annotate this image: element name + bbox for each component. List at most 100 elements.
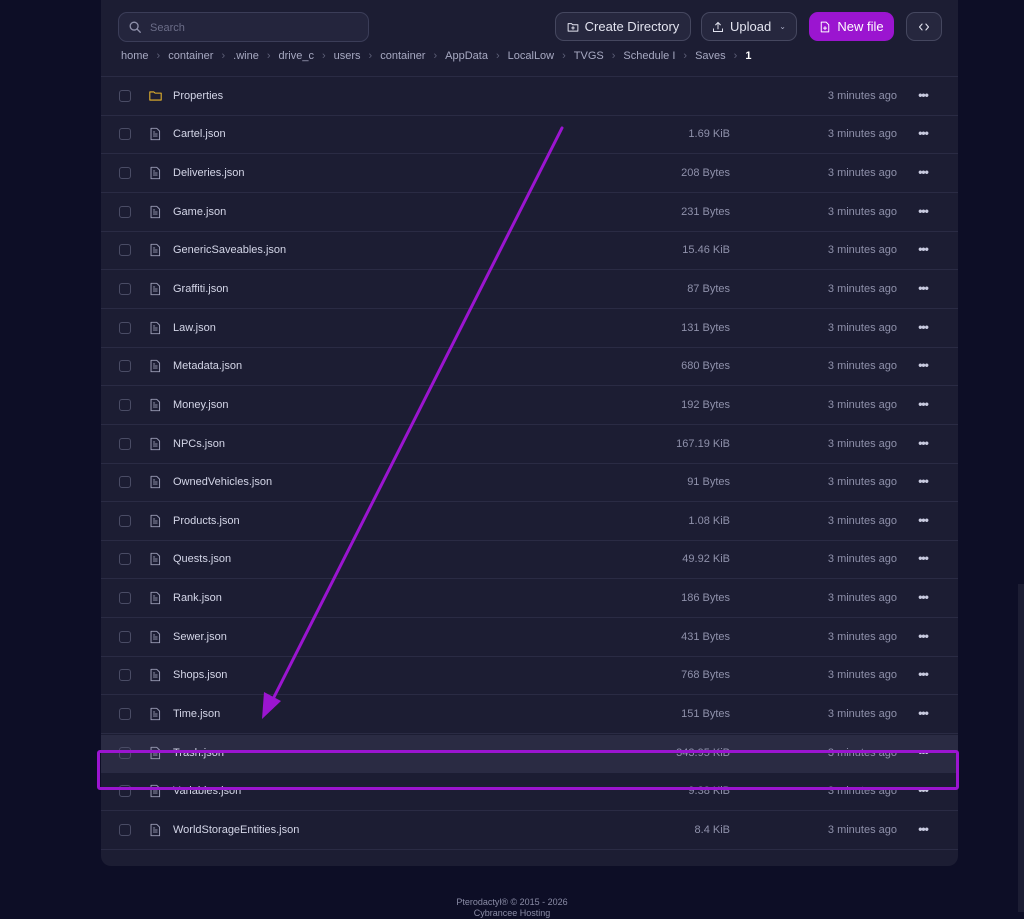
row-checkbox[interactable] bbox=[119, 205, 131, 218]
breadcrumb-item[interactable]: drive_c bbox=[279, 50, 314, 62]
more-horizontal-icon[interactable]: ••• bbox=[916, 436, 930, 450]
more-horizontal-icon[interactable]: ••• bbox=[916, 88, 930, 102]
breadcrumb-item[interactable]: Saves bbox=[695, 50, 726, 62]
file-name[interactable]: Law.json bbox=[173, 322, 216, 334]
more-horizontal-icon[interactable]: ••• bbox=[916, 281, 930, 295]
file-row[interactable]: Products.json 1.08 KiB 3 minutes ago ••• bbox=[101, 503, 958, 541]
more-horizontal-icon[interactable]: ••• bbox=[916, 667, 930, 681]
search-input[interactable] bbox=[148, 13, 362, 43]
file-row[interactable]: Money.json 192 Bytes 3 minutes ago ••• bbox=[101, 387, 958, 425]
row-checkbox[interactable] bbox=[119, 166, 131, 179]
more-horizontal-icon[interactable]: ••• bbox=[916, 706, 930, 720]
file-name[interactable]: Quests.json bbox=[173, 553, 231, 565]
more-horizontal-icon[interactable]: ••• bbox=[916, 126, 930, 140]
row-checkbox[interactable] bbox=[119, 321, 131, 334]
file-row[interactable]: Rank.json 186 Bytes 3 minutes ago ••• bbox=[101, 580, 958, 619]
file-name[interactable]: NPCs.json bbox=[173, 438, 225, 450]
page-scrollbar[interactable] bbox=[1018, 584, 1024, 912]
breadcrumb-item[interactable]: container bbox=[380, 50, 425, 62]
row-checkbox[interactable] bbox=[119, 708, 131, 721]
code-view-button[interactable] bbox=[906, 12, 942, 41]
file-row[interactable]: NPCs.json 167.19 KiB 3 minutes ago ••• bbox=[101, 426, 958, 464]
more-horizontal-icon[interactable]: ••• bbox=[916, 397, 930, 411]
file-name[interactable]: Variables.json bbox=[173, 785, 241, 797]
more-horizontal-icon[interactable]: ••• bbox=[916, 513, 930, 527]
more-horizontal-icon[interactable]: ••• bbox=[916, 783, 930, 797]
file-row[interactable]: OwnedVehicles.json 91 Bytes 3 minutes ago •… bbox=[101, 464, 958, 503]
row-checkbox[interactable] bbox=[119, 746, 131, 759]
file-row[interactable]: Time.json 151 Bytes 3 minutes ago ••• bbox=[101, 696, 958, 735]
new-file-button[interactable]: New file bbox=[809, 12, 894, 41]
breadcrumb-item[interactable]: home bbox=[121, 50, 149, 62]
file-size: 1.69 KiB bbox=[688, 128, 730, 141]
breadcrumb-item[interactable]: container bbox=[168, 50, 213, 62]
more-horizontal-icon[interactable]: ••• bbox=[916, 204, 930, 218]
more-horizontal-icon[interactable]: ••• bbox=[916, 822, 930, 836]
more-horizontal-icon[interactable]: ••• bbox=[916, 745, 930, 759]
more-horizontal-icon[interactable]: ••• bbox=[916, 358, 930, 372]
file-row[interactable]: Graffiti.json 87 Bytes 3 minutes ago ••• bbox=[101, 271, 958, 309]
create-directory-button[interactable]: Create Directory bbox=[555, 12, 691, 41]
file-name[interactable]: Sewer.json bbox=[173, 631, 227, 643]
file-name[interactable]: Metadata.json bbox=[173, 360, 242, 372]
breadcrumb-item[interactable]: AppData bbox=[445, 50, 488, 62]
row-checkbox[interactable] bbox=[119, 630, 131, 643]
row-checkbox[interactable] bbox=[119, 437, 131, 450]
file-row[interactable]: Cartel.json 1.69 KiB 3 minutes ago ••• bbox=[101, 116, 958, 155]
file-name[interactable]: Deliveries.json bbox=[173, 167, 245, 179]
more-horizontal-icon[interactable]: ••• bbox=[916, 629, 930, 643]
row-checkbox[interactable] bbox=[119, 398, 131, 411]
row-checkbox[interactable] bbox=[119, 476, 131, 489]
row-checkbox[interactable] bbox=[119, 360, 131, 373]
more-horizontal-icon[interactable]: ••• bbox=[916, 551, 930, 565]
file-name[interactable]: Money.json bbox=[173, 399, 228, 411]
row-checkbox[interactable] bbox=[119, 128, 131, 141]
breadcrumb-item[interactable]: LocalLow bbox=[508, 50, 554, 62]
file-row[interactable]: Deliveries.json 208 Bytes 3 minutes ago ••• bbox=[101, 155, 958, 193]
file-name[interactable]: Graffiti.json bbox=[173, 283, 228, 295]
file-name[interactable]: OwnedVehicles.json bbox=[173, 476, 272, 488]
row-checkbox[interactable] bbox=[119, 514, 131, 527]
upload-button[interactable]: Upload ⌄ bbox=[701, 12, 797, 41]
more-horizontal-icon[interactable]: ••• bbox=[916, 165, 930, 179]
file-name[interactable]: Rank.json bbox=[173, 592, 222, 604]
row-checkbox[interactable] bbox=[119, 282, 131, 295]
file-name[interactable]: Cartel.json bbox=[173, 128, 226, 140]
file-name[interactable]: Game.json bbox=[173, 206, 226, 218]
file-row[interactable]: Shops.json 768 Bytes 3 minutes ago ••• bbox=[101, 657, 958, 696]
file-row[interactable]: Trash.json 343.95 KiB 3 minutes ago ••• bbox=[101, 734, 958, 773]
more-horizontal-icon[interactable]: ••• bbox=[916, 590, 930, 604]
row-checkbox[interactable] bbox=[119, 89, 131, 102]
file-name[interactable]: Time.json bbox=[173, 708, 220, 720]
row-checkbox[interactable] bbox=[119, 553, 131, 566]
file-row[interactable]: Law.json 131 Bytes 3 minutes ago ••• bbox=[101, 310, 958, 348]
file-name[interactable]: GenericSaveables.json bbox=[173, 244, 286, 256]
row-checkbox[interactable] bbox=[119, 592, 131, 605]
footer-host: Cybrancee Hosting bbox=[473, 908, 551, 918]
file-row[interactable]: Game.json 231 Bytes 3 minutes ago ••• bbox=[101, 194, 958, 232]
file-row[interactable]: GenericSaveables.json 15.46 KiB 3 minutes … bbox=[101, 232, 958, 271]
file-row[interactable]: WorldStorageEntities.json 8.4 KiB 3 minute… bbox=[101, 812, 958, 850]
file-name[interactable]: Products.json bbox=[173, 515, 240, 527]
breadcrumb-item[interactable]: .wine bbox=[233, 50, 259, 62]
file-name[interactable]: WorldStorageEntities.json bbox=[173, 824, 299, 836]
file-row[interactable]: Metadata.json 680 Bytes 3 minutes ago ••• bbox=[101, 348, 958, 387]
file-row[interactable]: Quests.json 49.92 KiB 3 minutes ago ••• bbox=[101, 541, 958, 580]
more-horizontal-icon[interactable]: ••• bbox=[916, 474, 930, 488]
row-checkbox[interactable] bbox=[119, 669, 131, 682]
more-horizontal-icon[interactable]: ••• bbox=[916, 242, 930, 256]
breadcrumb-item[interactable]: Schedule I bbox=[623, 50, 675, 62]
more-horizontal-icon[interactable]: ••• bbox=[916, 320, 930, 334]
row-checkbox[interactable] bbox=[119, 824, 131, 836]
breadcrumb-item[interactable]: users bbox=[334, 50, 361, 62]
row-checkbox[interactable] bbox=[119, 785, 131, 798]
file-name[interactable]: Properties bbox=[173, 90, 223, 102]
file-row[interactable]: Variables.json 9.38 KiB 3 minutes ago ••• bbox=[101, 773, 958, 812]
folder-row[interactable]: Properties 3 minutes ago ••• bbox=[101, 78, 958, 116]
file-name[interactable]: Trash.json bbox=[173, 747, 224, 759]
breadcrumb-item[interactable]: TVGS bbox=[574, 50, 604, 62]
row-checkbox[interactable] bbox=[119, 244, 131, 257]
file-row[interactable]: Sewer.json 431 Bytes 3 minutes ago ••• bbox=[101, 619, 958, 657]
file-name[interactable]: Shops.json bbox=[173, 669, 227, 681]
search-box[interactable] bbox=[118, 12, 369, 43]
